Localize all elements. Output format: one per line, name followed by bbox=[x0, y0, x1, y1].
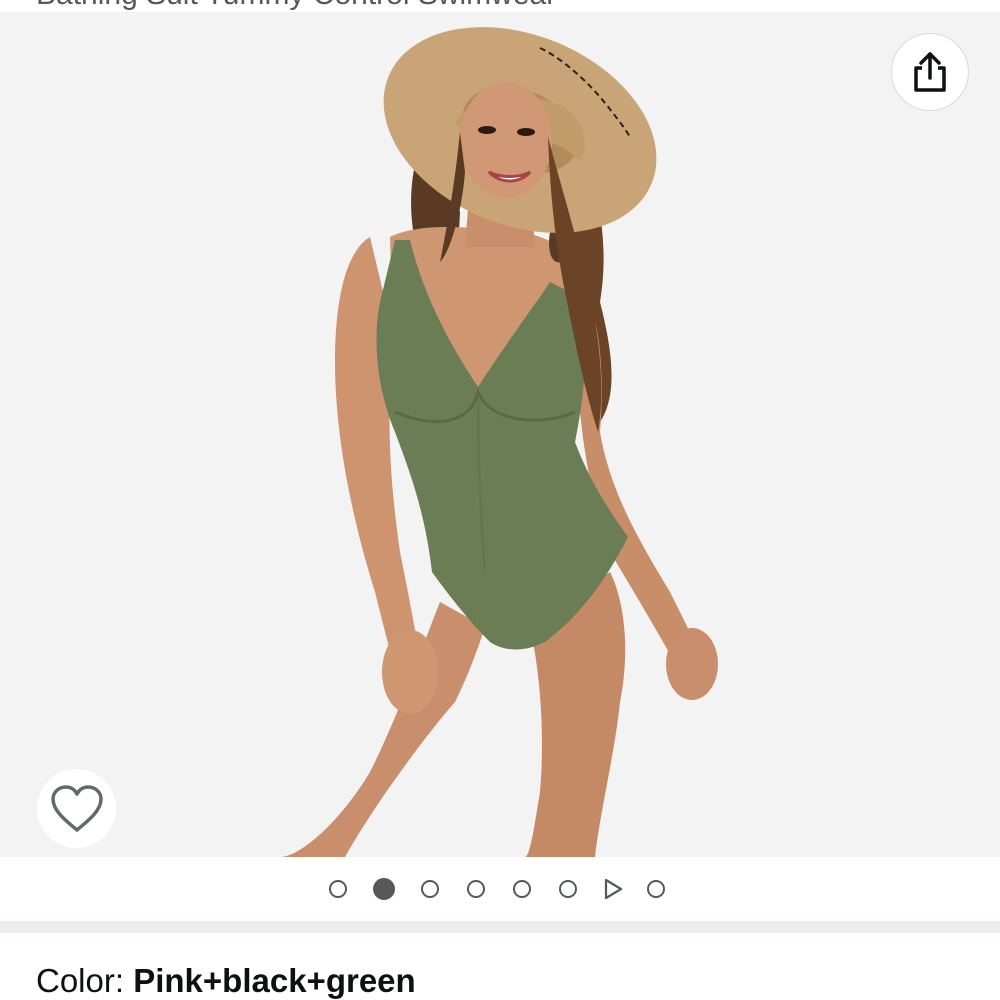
color-value: Pink+black+green bbox=[133, 962, 416, 999]
product-page: Bathing Suit Tummy Control Swimwear bbox=[0, 0, 1000, 1000]
carousel-dots bbox=[329, 877, 693, 901]
carousel-dot-2-active[interactable] bbox=[373, 878, 395, 900]
section-divider bbox=[0, 921, 1000, 933]
product-title[interactable]: Bathing Suit Tummy Control Swimwear bbox=[36, 0, 556, 12]
product-image-gallery[interactable] bbox=[0, 12, 1000, 857]
add-to-wishlist-button[interactable] bbox=[37, 769, 116, 848]
play-icon bbox=[604, 878, 623, 900]
share-button[interactable] bbox=[891, 33, 969, 111]
carousel-video-indicator[interactable] bbox=[601, 877, 625, 901]
color-variation-row: Color: Pink+black+green bbox=[36, 962, 416, 1000]
carousel-dot-8[interactable] bbox=[647, 880, 665, 898]
carousel-dot-3[interactable] bbox=[421, 880, 439, 898]
carousel-dot-4[interactable] bbox=[467, 880, 485, 898]
heart-outline-icon bbox=[50, 784, 103, 832]
product-title-area: Bathing Suit Tummy Control Swimwear bbox=[0, 0, 1000, 12]
carousel-dot-5[interactable] bbox=[513, 880, 531, 898]
share-icon bbox=[914, 52, 946, 92]
product-image[interactable] bbox=[0, 12, 1000, 857]
color-label: Color: bbox=[36, 962, 134, 999]
carousel-dot-6[interactable] bbox=[559, 880, 577, 898]
carousel-dot-1[interactable] bbox=[329, 880, 347, 898]
image-carousel-indicators bbox=[0, 857, 1000, 921]
